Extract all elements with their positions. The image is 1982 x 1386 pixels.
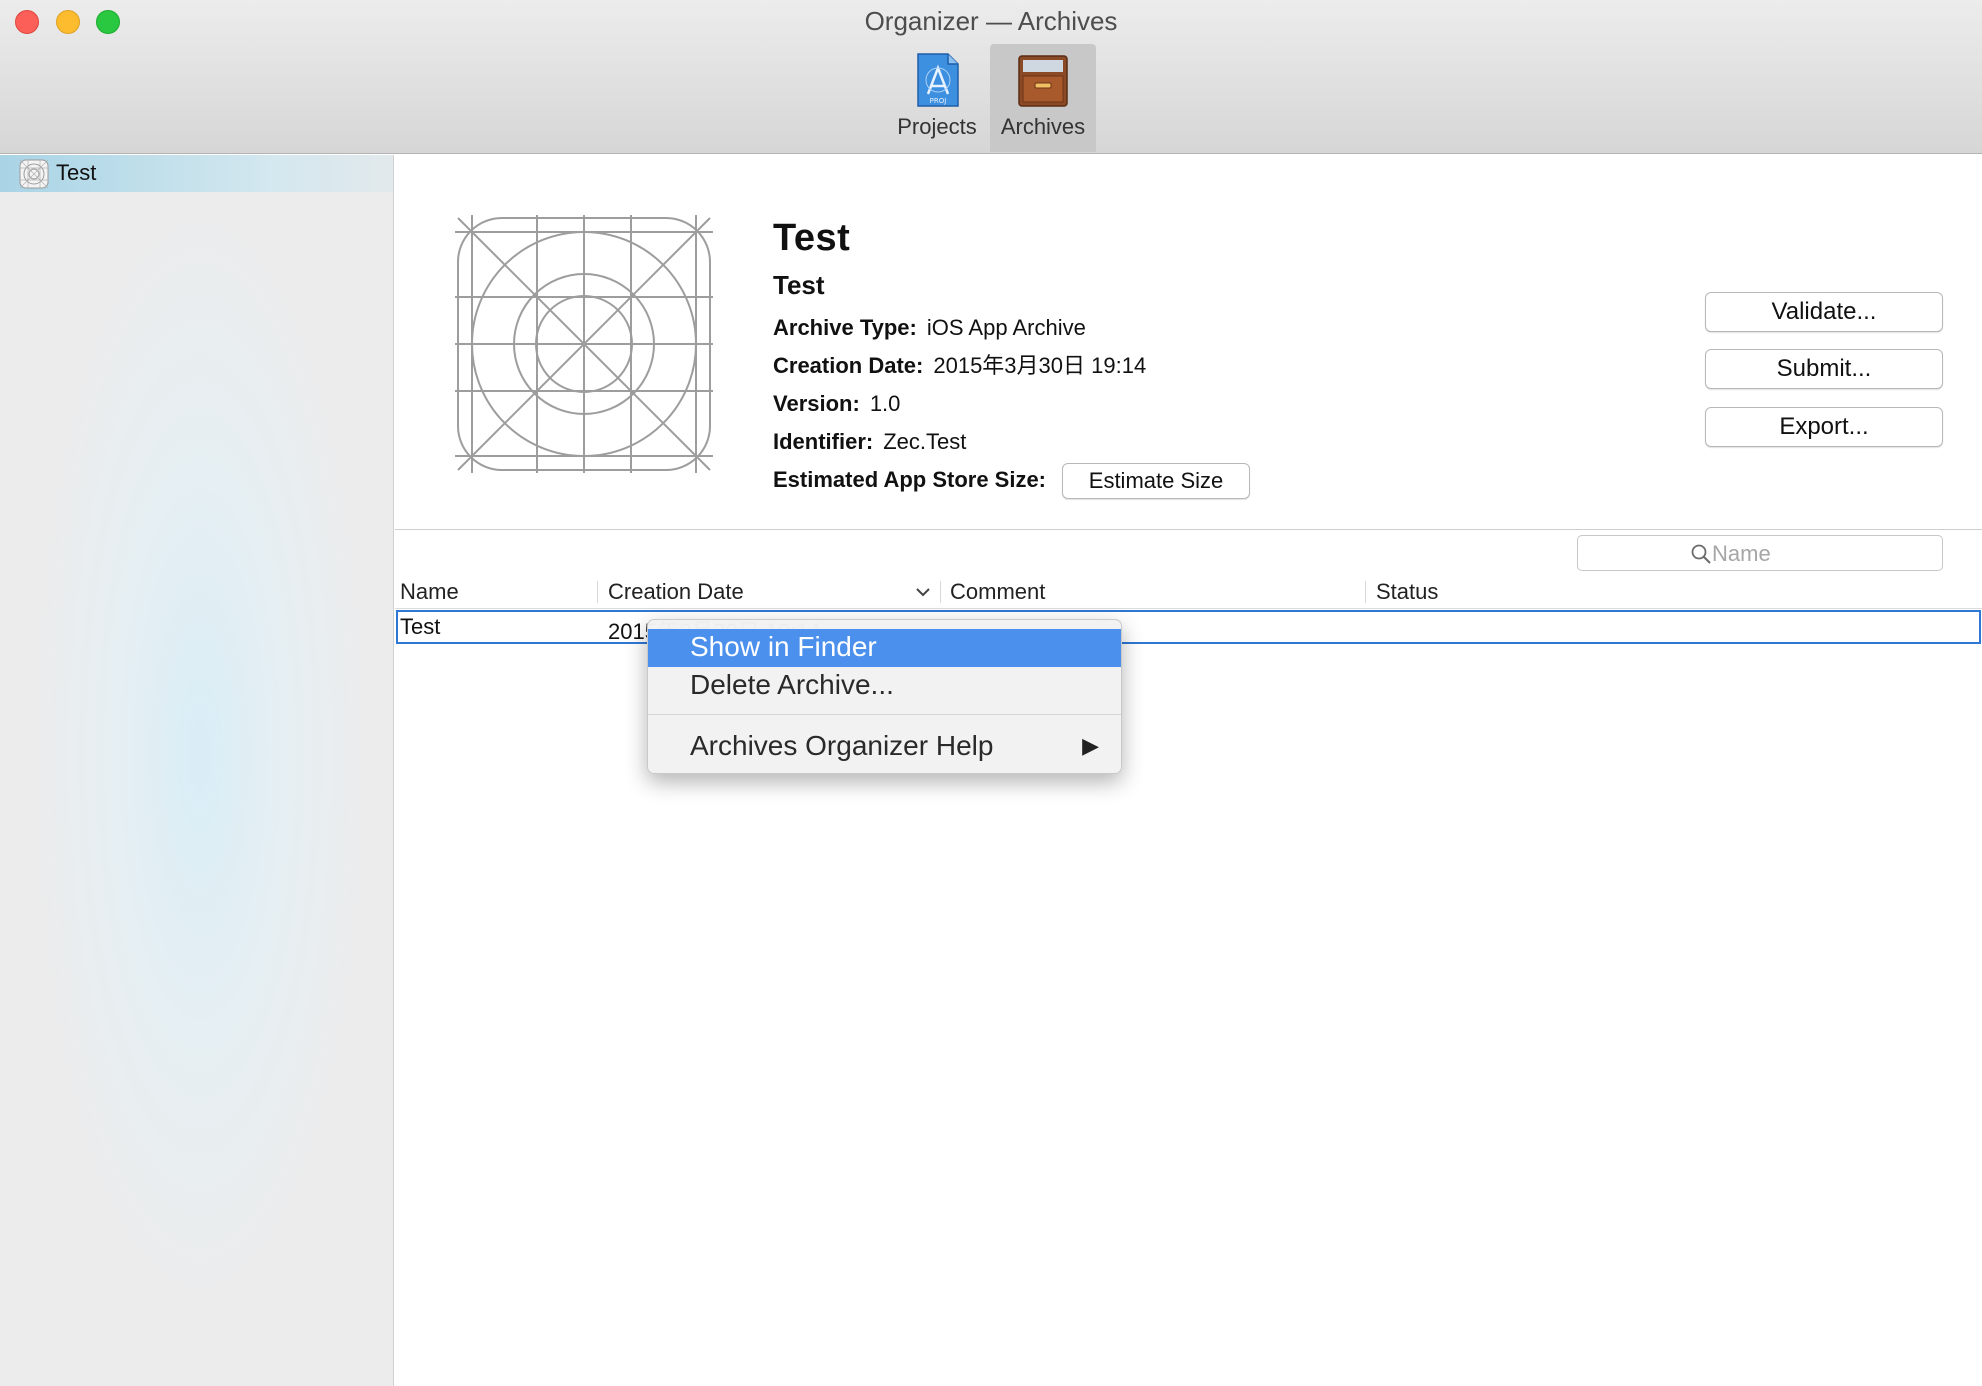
app-name: Test — [773, 217, 851, 259]
creation-date-label: Creation Date: — [773, 353, 924, 378]
identifier-label: Identifier: — [773, 429, 874, 454]
column-divider[interactable] — [1365, 581, 1366, 603]
menu-separator — [648, 714, 1121, 715]
column-header-comment[interactable]: Comment — [950, 579, 1045, 605]
menu-item-label: Delete Archive... — [690, 669, 894, 700]
submit-button[interactable]: Submit... — [1705, 349, 1943, 389]
estimate-size-button[interactable]: Estimate Size — [1062, 463, 1251, 500]
toolbar-label-archives: Archives — [1000, 114, 1086, 139]
version-row: Version: 1.0 — [773, 385, 1250, 423]
table-row[interactable]: Test 2015年3月30日 19:14 — [396, 610, 1981, 644]
menu-item-label: Show in Finder — [690, 631, 877, 662]
window-toolbar: Organizer — Archives PROJ Projects Archi… — [0, 0, 1982, 154]
app-icon-placeholder-icon — [455, 215, 713, 473]
archives-table-header: Name Creation Date Comment Status — [395, 575, 1982, 609]
column-divider[interactable] — [940, 581, 941, 603]
sort-chevron-down-icon — [916, 588, 930, 597]
search-placeholder: Name — [1712, 541, 1771, 566]
column-divider[interactable] — [597, 581, 598, 603]
menu-item-delete-archive[interactable]: Delete Archive... — [648, 667, 1121, 705]
archive-box-icon — [1018, 55, 1068, 107]
creation-date-value: 2015年3月30日 19:14 — [933, 353, 1147, 378]
toolbar-tab-projects[interactable]: PROJ Projects — [886, 44, 988, 152]
section-divider — [395, 529, 1982, 530]
context-menu: Show in Finder Delete Archive... Archive… — [647, 619, 1122, 774]
archive-info: Test Test Archive Type: iOS App Archive C… — [773, 217, 1251, 500]
column-header-name[interactable]: Name — [400, 579, 459, 605]
app-store-size-label: Estimated App Store Size: — [773, 467, 1047, 492]
search-icon — [1691, 544, 1711, 564]
menu-item-show-in-finder[interactable]: Show in Finder — [648, 629, 1121, 667]
column-header-creation-date[interactable]: Creation Date — [608, 579, 744, 605]
app-store-size-row: Estimated App Store Size: Estimate Size — [773, 461, 1251, 500]
archive-detail-pane: Test Test Archive Type: iOS App Archive C… — [395, 155, 1982, 1386]
sidebar-item-label: Test — [56, 160, 97, 185]
app-icon-grid-icon — [19, 159, 49, 189]
validate-button[interactable]: Validate... — [1705, 292, 1943, 332]
sidebar: Test — [0, 155, 394, 1386]
sidebar-item-test[interactable]: Test — [0, 155, 393, 192]
column-header-status[interactable]: Status — [1376, 579, 1438, 605]
identifier-row: Identifier: Zec.Test — [773, 423, 1250, 461]
menu-item-label: Archives Organizer Help — [690, 730, 994, 761]
menu-item-archives-organizer-help[interactable]: Archives Organizer Help ▶ — [648, 728, 1121, 766]
archive-type-row: Archive Type: iOS App Archive — [773, 309, 1250, 347]
version-label: Version: — [773, 391, 860, 416]
archive-type-label: Archive Type: — [773, 315, 917, 340]
row-name: Test — [400, 614, 441, 639]
creation-date-row: Creation Date: 2015年3月30日 19:14 — [773, 347, 1250, 385]
export-button[interactable]: Export... — [1705, 407, 1943, 447]
window-title: Organizer — Archives — [864, 6, 1118, 36]
search-field[interactable]: Name — [1577, 535, 1943, 571]
toolbar-tab-archives[interactable]: Archives — [990, 44, 1096, 152]
submenu-arrow-icon: ▶ — [1082, 733, 1099, 758]
app-store-icon: PROJ — [917, 53, 959, 107]
archive-type-value: iOS App Archive — [926, 315, 1086, 340]
identifier-value: Zec.Test — [883, 429, 967, 454]
svg-text:PROJ: PROJ — [930, 97, 947, 105]
version-value: 1.0 — [869, 391, 901, 416]
toolbar-label-projects: Projects — [897, 114, 977, 139]
archive-name: Test — [773, 270, 825, 300]
